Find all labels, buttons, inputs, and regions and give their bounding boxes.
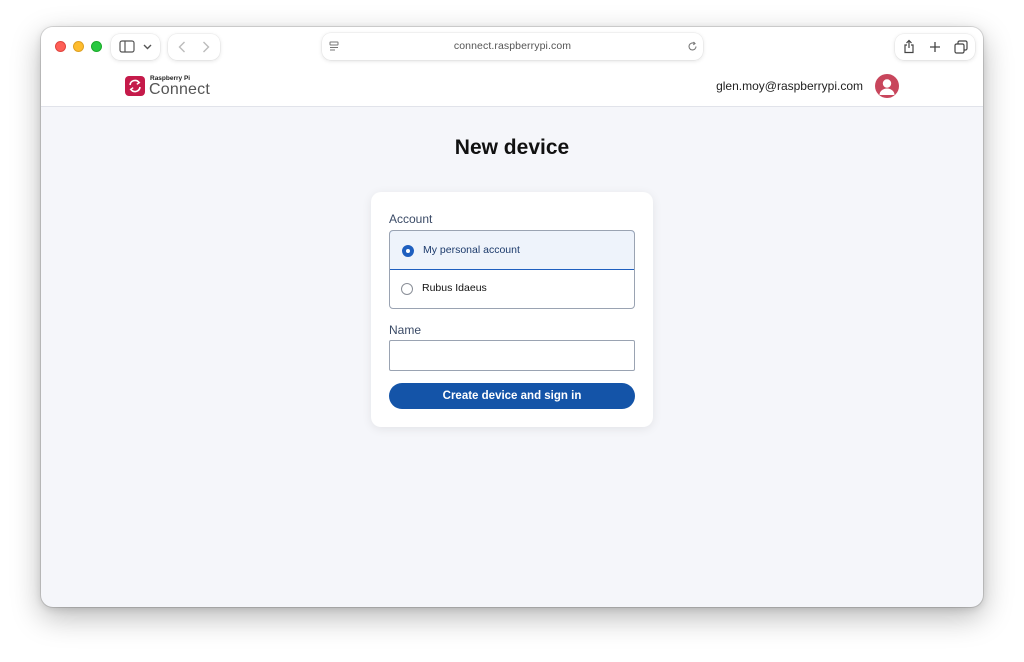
url-text: connect.raspberrypi.com [453,40,572,52]
user-email[interactable]: glen.moy@raspberrypi.com [681,79,863,93]
close-window-button[interactable] [55,41,66,52]
chevron-down-icon[interactable] [143,44,152,50]
connect-logo-icon [129,79,141,93]
share-icon[interactable] [903,39,915,54]
reload-icon[interactable] [687,41,698,52]
account-radio-group: My personal account Rubus Idaeus [389,230,635,309]
new-tab-icon[interactable] [929,41,941,53]
raspberry-pi-connect-logo[interactable] [125,76,145,96]
user-avatar-icon [879,79,895,95]
new-device-form-card: Account My personal account Rubus Idaeus… [371,192,653,427]
forward-icon[interactable] [202,41,210,53]
browser-window: connect.raspberrypi.com Raspberry Pi Con… [41,27,983,607]
account-option-rubus-idaeus[interactable]: Rubus Idaeus [390,270,634,308]
address-bar[interactable]: connect.raspberrypi.com [322,33,703,60]
create-device-button[interactable]: Create device and sign in [389,383,635,409]
tabs-overview-icon[interactable] [954,40,968,54]
name-label: Name [389,323,422,337]
sidebar-toggle-group [111,34,160,60]
radio-selected-icon[interactable] [402,245,414,257]
zoom-window-button[interactable] [91,41,102,52]
avatar[interactable] [875,74,899,98]
logo-product-text: Connect [149,81,210,98]
account-option-label: My personal account [423,244,520,256]
account-option-personal[interactable]: My personal account [390,231,634,270]
navigation-group [168,34,220,60]
radio-unselected-icon[interactable] [401,283,413,295]
sidebar-icon[interactable] [119,40,135,53]
back-icon[interactable] [178,41,186,53]
name-input[interactable] [389,340,635,371]
account-option-label: Rubus Idaeus [422,282,487,294]
page-title: New device [454,136,570,159]
account-label: Account [389,212,433,226]
app-header: Raspberry Pi Connect glen.moy@raspberryp… [41,67,983,107]
minimize-window-button[interactable] [73,41,84,52]
window-actions-group [895,34,975,60]
browser-toolbar: connect.raspberrypi.com [41,27,983,67]
